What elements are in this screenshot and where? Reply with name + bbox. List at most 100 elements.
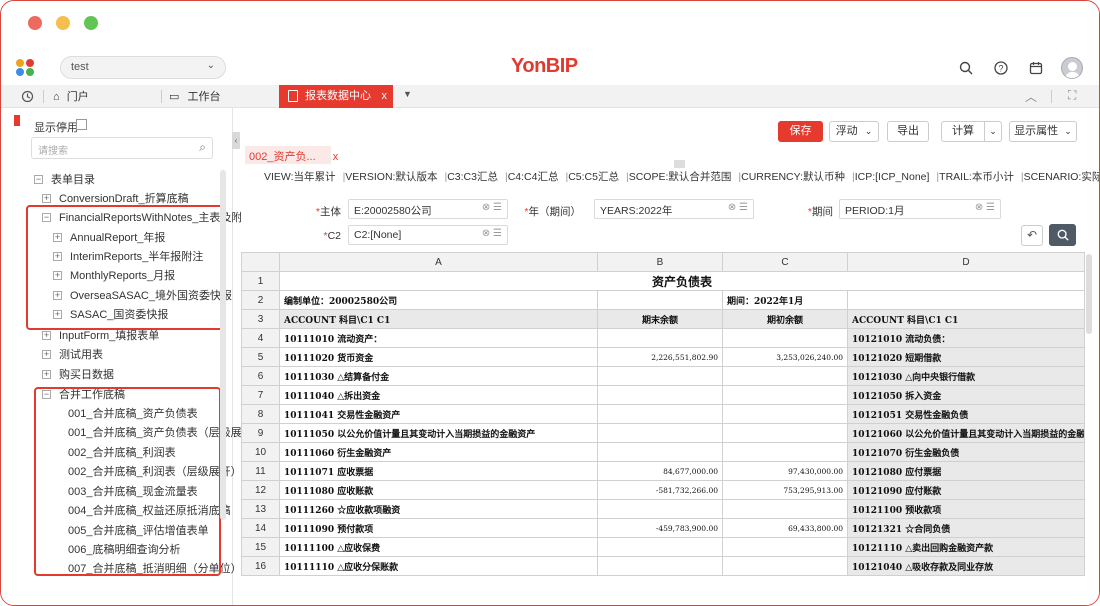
sheet-unit-cell[interactable]: 编制单位：20002580公司: [279, 290, 598, 310]
grid-header-cell[interactable]: ACCOUNT 科目\C1 C1: [847, 309, 1085, 329]
account-cell[interactable]: 10121110 △卖出回购金融资产款: [847, 537, 1085, 557]
row-header[interactable]: 1: [241, 271, 280, 291]
nav-workbench[interactable]: ▭ 工作台: [169, 88, 220, 106]
opening-balance-cell[interactable]: [722, 328, 848, 348]
ending-balance-cell[interactable]: -581,732,266.00: [597, 480, 723, 500]
opening-balance-cell[interactable]: [722, 537, 848, 557]
expand-icon[interactable]: +: [42, 330, 51, 340]
opening-balance-cell[interactable]: [722, 556, 848, 576]
show-disabled-checkbox[interactable]: [76, 119, 87, 130]
column-header[interactable]: B: [597, 252, 723, 272]
ending-balance-cell[interactable]: [597, 499, 723, 519]
account-cell[interactable]: 10121050 拆入资金: [847, 385, 1085, 405]
row-header[interactable]: 10: [241, 442, 280, 462]
tab-more-icon[interactable]: ▼: [403, 89, 412, 99]
tree-item[interactable]: + 测试用表: [42, 346, 103, 364]
grid-corner[interactable]: [241, 252, 280, 272]
account-cell[interactable]: 10111050 以公允价值计量且其变动计入当期损益的金融资产: [279, 423, 598, 443]
calc-button[interactable]: 计算: [941, 121, 985, 142]
row-header[interactable]: 15: [241, 537, 280, 557]
maximize-window-button[interactable]: [84, 16, 98, 30]
grid-header-cell[interactable]: ACCOUNT 科目\C1 C1: [279, 309, 598, 329]
grid-header-cell[interactable]: 期末余额: [597, 309, 723, 329]
ending-balance-cell[interactable]: [597, 537, 723, 557]
account-cell[interactable]: 10111071 应收票据: [279, 461, 598, 481]
ending-balance-cell[interactable]: 84,677,000.00: [597, 461, 723, 481]
clear-list-icon[interactable]: ⊗ ☰: [728, 202, 748, 213]
entity-field[interactable]: E:20002580公司 ⊗ ☰: [348, 199, 508, 219]
pov-item[interactable]: TRAIL:本币小计: [939, 171, 1014, 183]
account-cell[interactable]: 10111020 货币资金: [279, 347, 598, 367]
row-header[interactable]: 13: [241, 499, 280, 519]
pov-item[interactable]: C3:C3汇总: [447, 171, 498, 183]
column-header[interactable]: C: [722, 252, 848, 272]
opening-balance-cell[interactable]: [722, 499, 848, 519]
report-grid[interactable]: A B C D 1 资产负债表 2 编制单位：20002580公司 期间：2022年1月 3 ACC…: [241, 252, 1085, 576]
account-cell[interactable]: 10111110 △应收分保账款: [279, 556, 598, 576]
column-header[interactable]: A: [279, 252, 598, 272]
split-handle[interactable]: [674, 160, 685, 168]
account-cell[interactable]: 10111041 交易性金融资产: [279, 404, 598, 424]
row-header[interactable]: 9: [241, 423, 280, 443]
account-cell[interactable]: 10111090 预付款项: [279, 518, 598, 538]
account-cell[interactable]: 10121030 △向中央银行借款: [847, 366, 1085, 386]
expand-icon[interactable]: +: [42, 369, 51, 379]
row-header[interactable]: 7: [241, 385, 280, 405]
grid-cell[interactable]: [597, 290, 723, 310]
export-button[interactable]: 导出: [887, 121, 929, 142]
nav-portal[interactable]: ⌂ 门户: [53, 88, 89, 106]
ending-balance-cell[interactable]: [597, 423, 723, 443]
opening-balance-cell[interactable]: [722, 385, 848, 405]
ending-balance-cell[interactable]: [597, 556, 723, 576]
ending-balance-cell[interactable]: [597, 366, 723, 386]
account-cell[interactable]: 10121100 预收款项: [847, 499, 1085, 519]
ending-balance-cell[interactable]: -459,783,900.00: [597, 518, 723, 538]
c2-field[interactable]: C2:[None] ⊗ ☰: [348, 225, 508, 245]
row-header[interactable]: 8: [241, 404, 280, 424]
account-cell[interactable]: 10121060 以公允价值计量且其变动计入当期损益的金融负债: [847, 423, 1085, 443]
opening-balance-cell[interactable]: [722, 366, 848, 386]
calendar-icon[interactable]: [1029, 61, 1043, 75]
row-header[interactable]: 14: [241, 518, 280, 538]
row-header[interactable]: 6: [241, 366, 280, 386]
close-window-button[interactable]: [28, 16, 42, 30]
calc-menu-chevron-icon[interactable]: ⌄: [984, 121, 1002, 142]
sheet-title-cell[interactable]: 资产负债表: [279, 271, 1085, 291]
ending-balance-cell[interactable]: [597, 404, 723, 424]
column-header[interactable]: D: [847, 252, 1085, 272]
help-icon[interactable]: ?: [994, 61, 1008, 75]
collapse-up-icon[interactable]: ︿: [1025, 88, 1037, 105]
display-props-dropdown[interactable]: 显示属性 ⌄: [1009, 121, 1077, 142]
opening-balance-cell[interactable]: [722, 404, 848, 424]
clear-list-icon[interactable]: ⊗ ☰: [482, 202, 502, 213]
opening-balance-cell[interactable]: 97,430,000.00: [722, 461, 848, 481]
account-cell[interactable]: 10111010 流动资产：: [279, 328, 598, 348]
ending-balance-cell[interactable]: [597, 328, 723, 348]
float-dropdown[interactable]: 浮动 ⌄: [829, 121, 879, 142]
opening-balance-cell[interactable]: [722, 442, 848, 462]
subtab-close-icon[interactable]: x: [333, 151, 339, 163]
account-cell[interactable]: 10111060 衍生金融资产: [279, 442, 598, 462]
account-cell[interactable]: 10121070 衍生金融负债: [847, 442, 1085, 462]
opening-balance-cell[interactable]: [722, 423, 848, 443]
undo-icon[interactable]: ↶: [1021, 225, 1043, 246]
account-cell[interactable]: 10121051 交易性金融负债: [847, 404, 1085, 424]
account-cell[interactable]: 10121010 流动负债：: [847, 328, 1085, 348]
clear-list-icon[interactable]: ⊗ ☰: [975, 202, 995, 213]
opening-balance-cell[interactable]: 3,253,026,240.00: [722, 347, 848, 367]
pov-item[interactable]: CURRENCY:默认币种: [741, 171, 845, 183]
tree-search-input[interactable]: 请搜索 ⌕: [31, 137, 213, 159]
pov-item[interactable]: VIEW:当年累计: [264, 171, 336, 183]
account-cell[interactable]: 10111030 △结算备付金: [279, 366, 598, 386]
row-header[interactable]: 5: [241, 347, 280, 367]
opening-balance-cell[interactable]: 69,433,800.00: [722, 518, 848, 538]
grid-header-cell[interactable]: 期初余额: [722, 309, 848, 329]
pov-item[interactable]: SCENARIO:实际数: [1024, 171, 1099, 183]
row-header[interactable]: 11: [241, 461, 280, 481]
minimize-window-button[interactable]: [56, 16, 70, 30]
period-field[interactable]: PERIOD:1月 ⊗ ☰: [839, 199, 1001, 219]
tree-item[interactable]: + 购买日数据: [42, 366, 114, 384]
pov-item[interactable]: C5:C5汇总: [568, 171, 619, 183]
sheet-period-cell[interactable]: 期间：2022年1月: [722, 290, 848, 310]
ending-balance-cell[interactable]: [597, 442, 723, 462]
